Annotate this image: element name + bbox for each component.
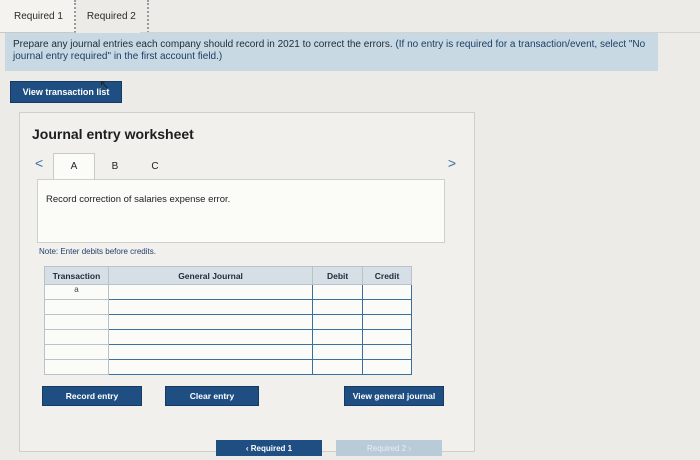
record-entry-button[interactable]: Record entry: [42, 386, 142, 406]
debits-credits-note: Note: Enter debits before credits.: [39, 247, 156, 256]
worksheet-title: Journal entry worksheet: [32, 126, 194, 142]
next-required-label: Required 2: [366, 443, 407, 453]
debit-input[interactable]: [312, 344, 364, 360]
account-input[interactable]: [107, 344, 314, 360]
entry-tabs: A B C: [53, 153, 175, 179]
prev-required-label: Required 1: [250, 443, 293, 453]
tab-bar: Required 1 Required 2: [0, 0, 149, 33]
transaction-cell: [44, 314, 109, 330]
account-input[interactable]: [107, 299, 314, 315]
next-entry-icon[interactable]: >: [448, 155, 456, 171]
credit-input[interactable]: [362, 344, 412, 360]
credit-input[interactable]: [362, 284, 412, 300]
account-input[interactable]: [107, 359, 314, 375]
table-row: [44, 314, 412, 330]
debit-input[interactable]: [312, 329, 364, 345]
credit-input[interactable]: [362, 314, 412, 330]
column-header-general-journal: General Journal: [107, 266, 314, 285]
instructions-banner: Prepare any journal entries each company…: [5, 33, 658, 71]
table-row: a: [44, 284, 412, 300]
debit-input[interactable]: [312, 284, 364, 300]
column-header-credit: Credit: [362, 266, 412, 285]
credit-input[interactable]: [362, 299, 412, 315]
transaction-cell: [44, 329, 109, 345]
table-row: [44, 329, 412, 345]
table-row: [44, 299, 412, 315]
entry-description: Record correction of salaries expense er…: [46, 194, 231, 205]
journal-table: Transaction General Journal Debit Credit…: [44, 266, 412, 375]
mouse-cursor-icon: ↖: [99, 77, 110, 92]
next-required-button[interactable]: Required 2 ›: [336, 440, 442, 456]
transaction-cell: [44, 359, 109, 375]
transaction-cell: [44, 299, 109, 315]
entry-description-panel: Record correction of salaries expense er…: [37, 179, 445, 243]
entry-tab-a[interactable]: A: [53, 153, 95, 179]
credit-input[interactable]: [362, 329, 412, 345]
table-row: [44, 359, 412, 375]
instructions-text: Prepare any journal entries each company…: [13, 39, 393, 50]
journal-entry-worksheet: Journal entry worksheet < A B C > Record…: [19, 112, 475, 452]
debit-input[interactable]: [312, 299, 364, 315]
transaction-cell: [44, 344, 109, 360]
debit-input[interactable]: [312, 314, 364, 330]
tab-required-2[interactable]: Required 2: [75, 0, 149, 33]
prev-required-button[interactable]: ‹ Required 1: [216, 440, 322, 456]
column-header-transaction: Transaction: [44, 266, 109, 285]
prev-entry-icon[interactable]: <: [35, 155, 43, 171]
entry-tab-b[interactable]: B: [95, 153, 135, 179]
account-input[interactable]: [107, 314, 314, 330]
table-row: [44, 344, 412, 360]
account-input[interactable]: [107, 329, 314, 345]
entry-tab-c[interactable]: C: [135, 153, 175, 179]
column-header-debit: Debit: [312, 266, 364, 285]
account-input[interactable]: [107, 284, 314, 300]
view-general-journal-button[interactable]: View general journal: [344, 386, 444, 406]
transaction-cell: a: [44, 284, 109, 300]
chevron-right-icon: ›: [406, 443, 412, 453]
debit-input[interactable]: [312, 359, 364, 375]
tab-required-1[interactable]: Required 1: [0, 0, 76, 33]
clear-entry-button[interactable]: Clear entry: [165, 386, 259, 406]
credit-input[interactable]: [362, 359, 412, 375]
